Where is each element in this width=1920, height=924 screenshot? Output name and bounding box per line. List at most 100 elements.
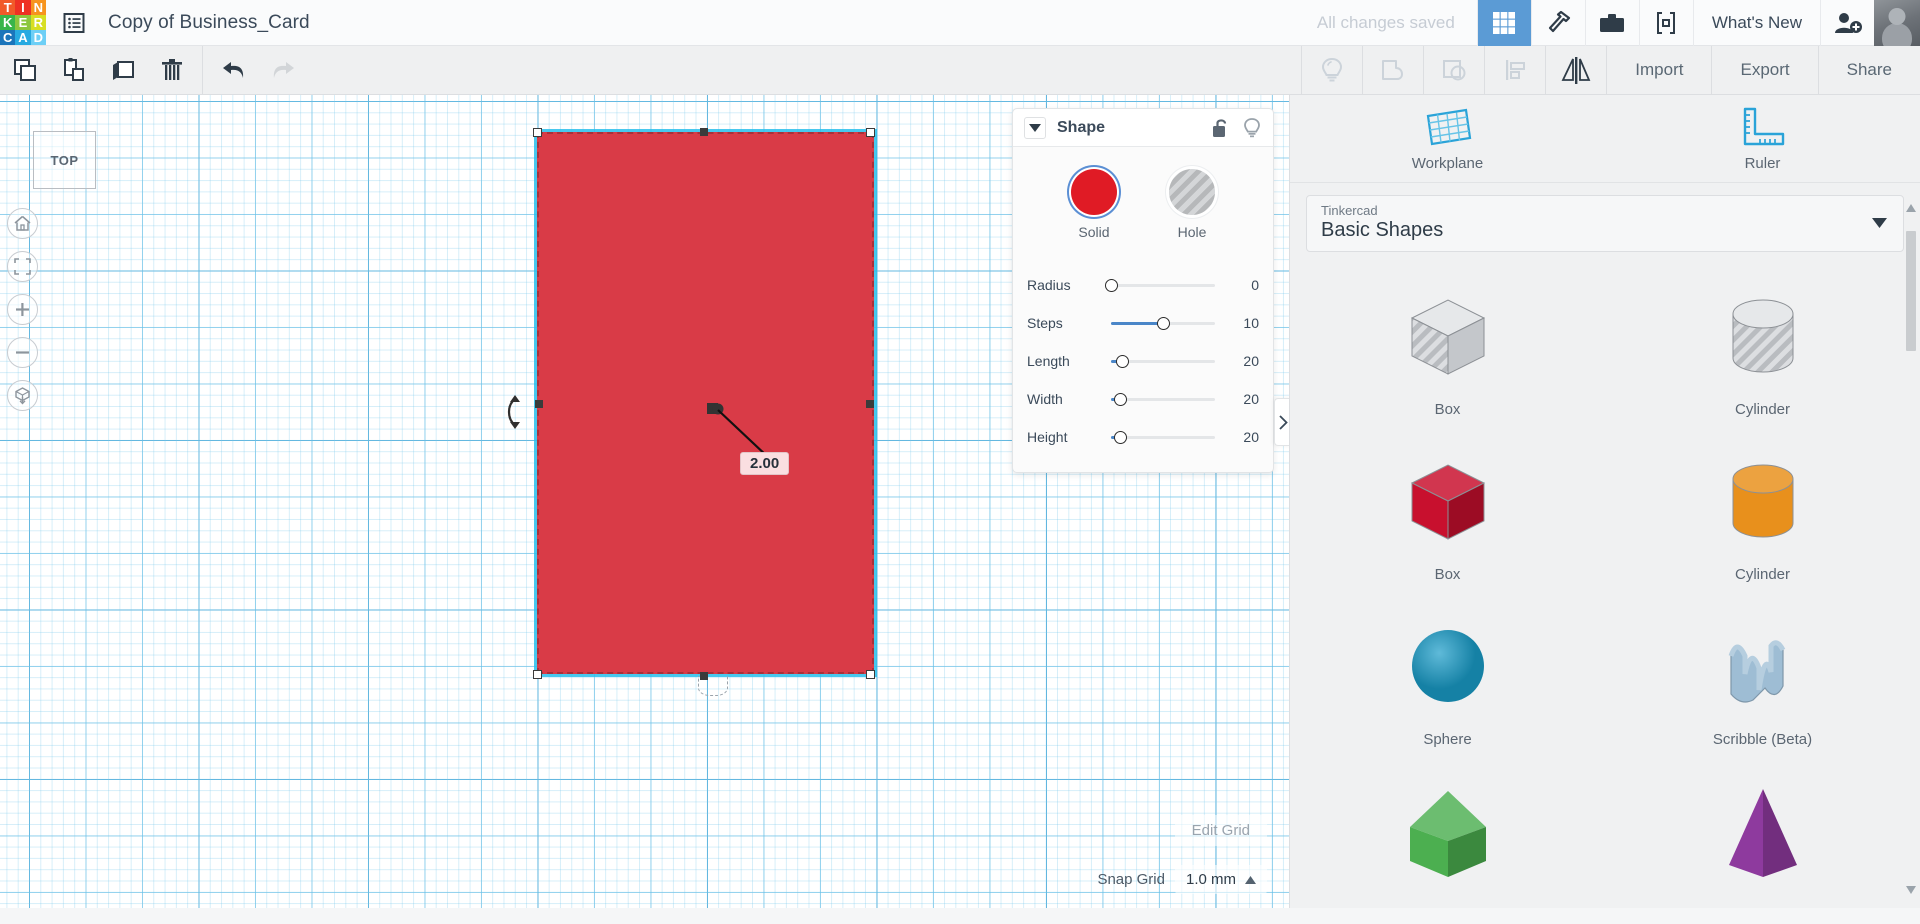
hole-swatch[interactable]: Hole	[1169, 169, 1215, 240]
invite-people-button[interactable]	[1820, 0, 1874, 46]
radius-slider-knob[interactable]	[1105, 278, 1118, 292]
redo-button[interactable]	[258, 46, 307, 95]
rotate-handle-icon[interactable]	[499, 393, 525, 436]
width-slider-knob[interactable]	[1114, 392, 1128, 406]
ruler-tool[interactable]: Ruler	[1605, 95, 1920, 182]
shape-sphere-label: Sphere	[1423, 731, 1472, 748]
logo-tile-c-6: C	[0, 30, 16, 46]
length-slider-value[interactable]: 20	[1223, 353, 1259, 369]
selected-box-shape[interactable]: 2.00	[507, 128, 880, 696]
gallery-button[interactable]	[1584, 0, 1639, 46]
steps-slider[interactable]	[1105, 315, 1223, 331]
shape-roof[interactable]	[1290, 765, 1605, 924]
blocks-button[interactable]	[1638, 0, 1693, 46]
lock-toggle-button[interactable]	[1212, 117, 1231, 138]
radius-slider[interactable]	[1105, 277, 1223, 293]
width-slider-value[interactable]: 20	[1223, 391, 1259, 407]
import-button[interactable]: Import	[1606, 45, 1711, 95]
scroll-down-arrow-icon[interactable]	[1906, 881, 1916, 899]
box-body[interactable]	[537, 132, 874, 674]
shape-cylinder-solid[interactable]: Cylinder	[1605, 435, 1920, 600]
ortho-perspective-button[interactable]	[7, 380, 38, 411]
steps-slider-value[interactable]: 10	[1223, 315, 1259, 331]
view-cube[interactable]: TOP	[33, 131, 96, 189]
width-slider-label: Width	[1027, 391, 1063, 407]
shape-box-solid-thumbnail	[1398, 451, 1498, 556]
paste-button[interactable]	[49, 46, 98, 95]
caret-down-icon	[1029, 123, 1041, 132]
zoom-out-button[interactable]	[7, 337, 38, 368]
shape-cylinder-solid-thumbnail	[1713, 451, 1813, 556]
copy-button[interactable]	[0, 46, 49, 95]
home-view-button[interactable]	[7, 208, 38, 239]
height-slider[interactable]	[1105, 429, 1223, 445]
solid-swatch[interactable]: Solid	[1071, 169, 1117, 240]
user-avatar[interactable]	[1874, 0, 1920, 46]
shape-cylinder-solid-label: Cylinder	[1734, 566, 1791, 583]
snap-grid-select[interactable]: 1.0 mm	[1174, 865, 1267, 894]
fit-view-button[interactable]	[7, 251, 38, 282]
edit-grid-button[interactable]: Edit Grid	[1174, 815, 1267, 846]
lightbulb-icon	[1322, 57, 1343, 82]
zoom-in-button[interactable]	[7, 294, 38, 325]
delete-button[interactable]	[147, 46, 196, 95]
ungroup-button[interactable]	[1423, 45, 1484, 95]
tinkercad-logo[interactable]: TINKERCAD	[0, 0, 46, 46]
length-slider-row: Length 20	[1013, 342, 1273, 380]
resize-handle-tl[interactable]	[533, 128, 542, 137]
resize-handle-left[interactable]	[535, 400, 543, 408]
dimension-value-label[interactable]: 2.00	[740, 452, 790, 475]
hole-swatch-label: Hole	[1177, 224, 1207, 240]
shape-pyramid[interactable]	[1605, 765, 1920, 924]
shape-cylinder-hole-thumbnail	[1713, 286, 1813, 391]
align-button[interactable]	[1484, 45, 1545, 95]
hammer-icon	[1549, 10, 1571, 32]
briefcase-icon	[1600, 13, 1625, 32]
length-slider-knob[interactable]	[1115, 354, 1129, 368]
mirror-button[interactable]	[1545, 45, 1606, 95]
duplicate-button[interactable]	[98, 46, 147, 95]
whats-new-button[interactable]: What's New	[1692, 0, 1820, 46]
export-button[interactable]: Export	[1711, 45, 1817, 95]
shape-scribble[interactable]: Scribble (Beta)	[1605, 600, 1920, 765]
sidebar-tools: Workplane Ruler	[1290, 95, 1920, 183]
ungroup-shapes-icon	[1443, 60, 1466, 81]
group-button[interactable]	[1362, 45, 1423, 95]
resize-handle-top[interactable]	[700, 128, 708, 136]
grid-icon	[1493, 11, 1516, 34]
light-toggle-button[interactable]	[1242, 117, 1262, 139]
shape-type-swatches: Solid Hole	[1013, 169, 1273, 240]
light-button[interactable]	[1301, 45, 1362, 95]
steps-slider-label: Steps	[1027, 315, 1063, 331]
radius-slider-value[interactable]: 0	[1223, 277, 1259, 293]
length-slider[interactable]	[1105, 353, 1223, 369]
resize-handle-br[interactable]	[866, 670, 875, 679]
resize-handle-bl[interactable]	[533, 670, 542, 679]
sidebar-scrollbar[interactable]	[1906, 199, 1916, 899]
scroll-up-arrow-icon[interactable]	[1906, 199, 1916, 217]
codeblocks-button[interactable]	[1530, 0, 1585, 46]
hole-swatch-circle	[1169, 169, 1215, 215]
undo-button[interactable]	[209, 46, 258, 95]
share-button[interactable]: Share	[1817, 45, 1920, 95]
shape-library-selector[interactable]: Tinkercad Basic Shapes	[1306, 195, 1904, 252]
width-slider[interactable]	[1105, 391, 1223, 407]
shape-cylinder-hole[interactable]: Cylinder	[1605, 270, 1920, 435]
project-menu-button[interactable]	[46, 0, 102, 46]
height-slider-knob[interactable]	[1114, 430, 1128, 444]
solid-swatch-label: Solid	[1078, 224, 1110, 240]
solid-swatch-circle	[1071, 169, 1117, 215]
resize-handle-tr[interactable]	[866, 128, 875, 137]
height-slider-value[interactable]: 20	[1223, 429, 1259, 445]
sidebar-scroll-thumb[interactable]	[1906, 231, 1916, 351]
shape-box-hole-thumbnail	[1398, 286, 1498, 391]
grid-view-button[interactable]	[1476, 0, 1531, 46]
steps-slider-knob[interactable]	[1156, 316, 1170, 330]
duplicate-icon	[112, 61, 134, 80]
shape-panel-collapse-button[interactable]	[1024, 116, 1046, 139]
shape-sphere[interactable]: Sphere	[1290, 600, 1605, 765]
resize-handle-right[interactable]	[866, 400, 874, 408]
workplane-tool[interactable]: Workplane	[1290, 95, 1605, 182]
shape-box-solid[interactable]: Box	[1290, 435, 1605, 600]
shape-box-hole[interactable]: Box	[1290, 270, 1605, 435]
